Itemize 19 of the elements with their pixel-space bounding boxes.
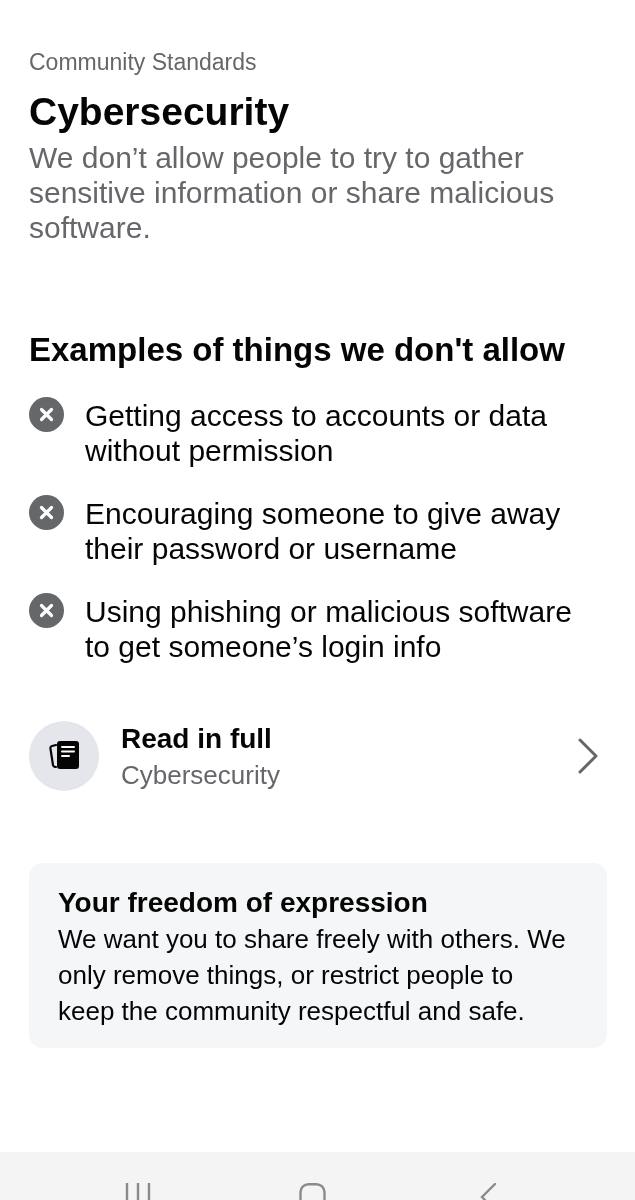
page-title: Cybersecurity <box>29 89 291 135</box>
back-icon[interactable] <box>478 1183 497 1200</box>
description-text: We don’t allow people to try to gather sensitive information or share malicious software. <box>29 140 556 245</box>
recents-icon[interactable] <box>124 1183 151 1200</box>
home-icon[interactable] <box>299 1183 326 1200</box>
x-circle-icon <box>29 397 64 432</box>
card-title: Your freedom of expression <box>58 886 429 920</box>
section-heading: Examples of things we don't allow <box>29 330 566 370</box>
link-subtitle: Cybersecurity <box>121 760 280 790</box>
read-in-full-link[interactable]: Read in full <box>121 722 280 756</box>
card-body-text: We want you to share freely with others. We only remove things, or restrict people to keep the community respectful and safe. <box>58 923 567 1028</box>
x-circle-icon <box>29 593 64 628</box>
stacked-pages-icon <box>29 721 99 791</box>
list-item-text: Using phishing or malicious software to get someone’s login info <box>85 594 573 664</box>
chevron-right-icon[interactable] <box>578 738 598 774</box>
breadcrumb-text: Community Standards <box>29 49 258 75</box>
x-circle-icon <box>29 495 64 530</box>
list-item-text: Getting access to accounts or data without permission <box>85 398 548 468</box>
list-item-text: Encouraging someone to give away their password or username <box>85 496 562 566</box>
